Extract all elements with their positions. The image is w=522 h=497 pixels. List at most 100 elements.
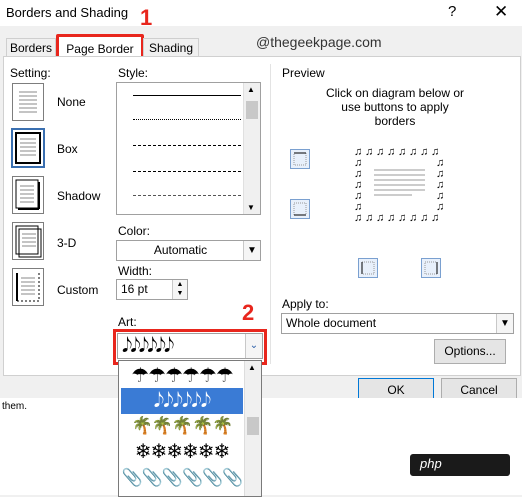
apply-to-value: Whole document (286, 316, 377, 330)
setting-3d-label[interactable]: 3-D (57, 236, 76, 250)
art-option-paperclips[interactable]: 📎📎📎📎📎📎 (121, 465, 243, 491)
options-button[interactable]: Options... (434, 339, 506, 364)
width-value: 16 pt (121, 282, 148, 296)
step-2-marker: 2 (242, 300, 255, 325)
scroll-thumb[interactable] (247, 417, 259, 435)
art-option-umbrella-text: ☂☂☂☂☂☂ (131, 365, 234, 387)
setting-box-icon[interactable] (11, 128, 45, 168)
svg-text:♫: ♫ (436, 201, 444, 213)
style-dashed[interactable] (133, 145, 241, 146)
setting-shadow-label[interactable]: Shadow (57, 189, 100, 203)
art-option-music-notes[interactable]: 𝅘𝅥𝅮𝅘𝅥𝅮𝅘𝅥𝅮𝅘𝅥𝅮𝅘𝅥𝅮𝅘𝅥𝅮 (121, 388, 243, 414)
style-heading: Style: (118, 66, 149, 80)
svg-text:♫: ♫ (365, 146, 373, 158)
setting-3d-icon[interactable] (12, 222, 44, 260)
art-selected-value: 𝅘𝅥𝅮𝅘𝅥𝅮𝅘𝅥𝅮𝅘𝅥𝅮𝅘𝅥𝅮𝅘𝅥𝅮 (122, 335, 174, 357)
color-label: Color: (118, 224, 151, 238)
php-badge: php (410, 454, 510, 476)
options-button-label: Options... (444, 344, 496, 358)
window-title: Borders and Shading (6, 5, 129, 20)
music-note-border-preview: ♫♫♫♫♫♫♫♫♫♫♫♫♫♫♫♫♫ ♫♫ ♫♫ ♫♫ ♫♫ ♫ (354, 146, 444, 224)
top-border-button[interactable] (290, 149, 310, 169)
right-border-button[interactable] (421, 258, 441, 278)
setting-shadow-icon[interactable] (12, 176, 44, 214)
preview-diagram[interactable]: ♫ ♫ ♫ ♫ ♫ ♫ ♫ ♫ ♫ ♫ ♫ ♫ ♫ ♫ ♫ ♫ ♫ ♫ ♫ ♫ ♫ ♫ ♫ ♫ ♫ ♫ (352, 143, 447, 224)
svg-text:♫: ♫ (354, 201, 362, 213)
scroll-up-icon[interactable]: ▲ (247, 85, 255, 94)
art-option-palm-text: 🌴🌴🌴🌴🌴 (131, 416, 234, 435)
apply-to-label: Apply to: (282, 297, 329, 311)
tab-borders-label: Borders (9, 41, 53, 55)
art-list-scrollbar[interactable]: ▲ (244, 361, 261, 496)
chevron-down-icon[interactable]: ▼ (496, 314, 513, 333)
spinner-icon[interactable]: ▲ ▼ (172, 280, 187, 299)
style-dash-dot[interactable] (133, 195, 241, 196)
borders-and-shading-dialog: Borders and Shading ? ✕ Borders Page Bor… (0, 0, 522, 410)
style-dotted[interactable] (133, 119, 241, 120)
setting-heading: Setting: (10, 66, 51, 80)
watermark-text: @thegeekpage.com (256, 34, 382, 50)
setting-custom-icon[interactable] (12, 268, 44, 306)
svg-text:♫: ♫ (376, 212, 384, 223)
scroll-down-icon[interactable]: ▼ (247, 203, 255, 212)
svg-text:♫: ♫ (387, 212, 395, 223)
style-long-dash[interactable] (133, 171, 241, 172)
lines-icon (19, 91, 37, 113)
style-scrollbar[interactable]: ▲ ▼ (243, 83, 260, 214)
left-border-button[interactable] (358, 258, 378, 278)
border-left-icon (361, 261, 375, 275)
tab-shading-label: Shading (148, 41, 194, 55)
scroll-thumb[interactable] (246, 101, 258, 119)
help-icon[interactable]: ? (448, 3, 456, 20)
svg-text:♫: ♫ (409, 146, 417, 158)
svg-text:♫: ♫ (398, 212, 406, 223)
tab-strip: Borders Page Border Shading @thegeekpage… (0, 26, 522, 64)
step-1-marker: 1 (140, 5, 153, 30)
art-option-palm-trees[interactable]: 🌴🌴🌴🌴🌴 (121, 413, 243, 439)
chevron-down-icon[interactable]: ▼ (243, 241, 260, 260)
art-option-snowflakes[interactable]: ❄❄❄❄❄❄ (121, 439, 243, 465)
svg-text:♫: ♫ (365, 212, 373, 223)
width-stepper[interactable]: 16 pt ▲ ▼ (116, 279, 188, 300)
tab-page-border-label: Page Border (66, 42, 134, 56)
php-badge-text: php (420, 456, 442, 471)
art-dropdown-list[interactable]: ☂☂☂☂☂☂ 𝅘𝅥𝅮𝅘𝅥𝅮𝅘𝅥𝅮𝅘𝅥𝅮𝅘𝅥𝅮𝅘𝅥𝅮 🌴🌴🌴🌴🌴 ❄❄❄❄❄❄ 📎… (118, 360, 262, 497)
setting-none-icon[interactable] (12, 83, 44, 121)
art-option-umbrella[interactable]: ☂☂☂☂☂☂ (121, 363, 243, 389)
width-label: Width: (118, 264, 153, 278)
chevron-down-icon[interactable]: ⌄ (245, 334, 262, 358)
tab-borders[interactable]: Borders (6, 38, 56, 58)
border-right-icon (424, 261, 438, 275)
setting-custom-label[interactable]: Custom (57, 283, 98, 297)
ok-button-label: OK (387, 383, 405, 397)
style-list[interactable]: ▲ ▼ (116, 82, 261, 215)
svg-text:♫: ♫ (420, 146, 428, 158)
svg-text:♫: ♫ (387, 146, 395, 158)
art-select[interactable]: 𝅘𝅥𝅮𝅘𝅥𝅮𝅘𝅥𝅮𝅘𝅥𝅮𝅘𝅥𝅮𝅘𝅥𝅮 ⌄ (117, 333, 263, 359)
setting-box-label[interactable]: Box (57, 142, 78, 156)
cancel-button-label: Cancel (460, 383, 498, 397)
svg-text:♫: ♫ (420, 212, 428, 223)
title-bar: Borders and Shading ? ✕ (0, 0, 522, 26)
apply-to-select[interactable]: Whole document ▼ (281, 313, 514, 334)
setting-none-label[interactable]: None (57, 95, 86, 109)
color-select[interactable]: Automatic ▼ (116, 240, 261, 261)
scroll-up-icon[interactable]: ▲ (248, 363, 256, 372)
3d-border-icon (15, 225, 42, 258)
shadow-border-icon (15, 179, 40, 210)
art-option-music-text: 𝅘𝅥𝅮𝅘𝅥𝅮𝅘𝅥𝅮𝅘𝅥𝅮𝅘𝅥𝅮𝅘𝅥𝅮 (153, 390, 211, 412)
preview-heading: Preview (282, 66, 325, 80)
svg-text:♫: ♫ (431, 212, 439, 223)
color-value: Automatic (153, 243, 208, 257)
box-border-icon (15, 132, 41, 164)
bottom-border-button[interactable] (290, 199, 310, 219)
svg-text:♫: ♫ (354, 212, 362, 223)
tab-shading[interactable]: Shading (143, 38, 199, 58)
border-bottom-icon (293, 202, 307, 216)
svg-text:♫: ♫ (376, 146, 384, 158)
art-label: Art: (118, 315, 137, 329)
style-solid[interactable] (133, 95, 241, 96)
close-icon[interactable]: ✕ (494, 2, 508, 22)
svg-text:♫: ♫ (409, 212, 417, 223)
column-divider (270, 64, 271, 364)
